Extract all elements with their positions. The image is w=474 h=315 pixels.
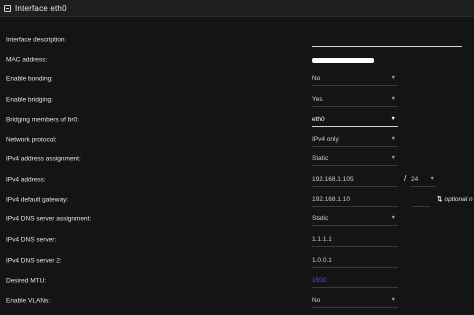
ipv4-prefix-select[interactable]: 24 ▼	[410, 173, 436, 187]
row-mac-address: MAC address:	[0, 50, 474, 70]
ipv4-assignment-select[interactable]: Static ▼	[312, 152, 398, 166]
row-dns-assignment: IPv4 DNS server assignment: Static ▼	[0, 209, 474, 229]
desired-mtu-label: Desired MTU:	[6, 277, 47, 285]
bridging-members-select[interactable]: eth0 ▼	[312, 113, 398, 127]
desired-mtu-input[interactable]: 1500	[312, 274, 398, 288]
enable-bridging-label: Enable bridging:	[6, 96, 53, 104]
network-protocol-label: Network protocol:	[6, 136, 57, 144]
dns-assignment-label: IPv4 DNS server assignment:	[6, 215, 92, 223]
ipv4-address-input[interactable]: 192.168.1.105	[312, 173, 398, 187]
chevron-down-icon: ▼	[390, 297, 396, 303]
row-ipv4-assignment: IPv4 address assignment: Static ▼	[0, 149, 474, 169]
enable-bonding-label: Enable bonding:	[6, 75, 53, 83]
gateway-metric-input[interactable]	[412, 193, 430, 207]
row-enable-bridging: Enable bridging: Yes ▼	[0, 90, 474, 110]
interface-description-label: Interface description:	[6, 36, 67, 44]
dns-server-2-label: IPv4 DNS server 2:	[6, 257, 62, 265]
row-enable-vlans: Enable VLANs: No ▼	[0, 291, 474, 311]
chevron-down-icon: ▼	[390, 96, 396, 102]
ipv4-address-label: IPv4 address:	[6, 176, 46, 184]
dns-server-1-label: IPv4 DNS server:	[6, 236, 57, 244]
chevron-down-icon: ▼	[390, 136, 396, 142]
row-network-protocol: Network protocol: IPv4 only ▼	[0, 130, 474, 150]
window-titlebar: Interface eth0	[0, 0, 474, 17]
bridging-members-label: Bridging members of br0:	[6, 116, 79, 124]
chevron-down-icon: ▼	[390, 215, 396, 221]
enable-vlans-label: Enable VLANs:	[6, 297, 51, 305]
enable-bonding-select[interactable]: No ▼	[312, 72, 398, 86]
ipv4-gateway-label: IPv4 default gateway:	[6, 196, 69, 204]
network-protocol-select[interactable]: IPv4 only ▼	[312, 133, 398, 147]
chevron-down-icon: ▼	[429, 176, 435, 182]
window-title: Interface eth0	[15, 3, 67, 13]
mac-address-redacted	[312, 58, 374, 63]
row-dns-server-1: IPv4 DNS server: 1.1.1.1	[0, 230, 474, 250]
row-interface-description: Interface description:	[0, 30, 474, 50]
chevron-down-icon: ▼	[390, 155, 396, 161]
swap-vertical-icon: ⇅	[437, 196, 443, 203]
mac-address-label: MAC address:	[6, 56, 48, 64]
dns-server-2-input[interactable]: 1.0.0.1	[312, 254, 398, 268]
row-dns-server-2: IPv4 DNS server 2: 1.0.0.1	[0, 251, 474, 271]
row-desired-mtu: Desired MTU: 1500	[0, 271, 474, 291]
interface-description-input[interactable]	[312, 33, 462, 47]
row-enable-bonding: Enable bonding: No ▼	[0, 69, 474, 89]
row-bridging-members: Bridging members of br0: eth0 ▼	[0, 110, 474, 130]
ipv4-gateway-input[interactable]: 192.168.1.10	[312, 193, 398, 207]
chevron-down-icon: ▼	[390, 75, 396, 81]
enable-bridging-select[interactable]: Yes ▼	[312, 93, 398, 107]
prefix-separator: /	[404, 174, 407, 183]
window-icon	[4, 4, 11, 12]
dns-assignment-select[interactable]: Static ▼	[312, 212, 398, 226]
row-ipv4-gateway: IPv4 default gateway: 192.168.1.10 ⇅ opti…	[0, 190, 474, 210]
optional-toggle[interactable]: ⇅ optional n	[437, 195, 473, 203]
dns-server-1-input[interactable]: 1.1.1.1	[312, 233, 398, 247]
row-ipv4-address: IPv4 address: 192.168.1.105 / 24 ▼	[0, 170, 474, 190]
enable-vlans-select[interactable]: No ▼	[312, 294, 398, 308]
ipv4-assignment-label: IPv4 address assignment:	[6, 155, 81, 163]
chevron-down-icon: ▼	[390, 116, 396, 122]
